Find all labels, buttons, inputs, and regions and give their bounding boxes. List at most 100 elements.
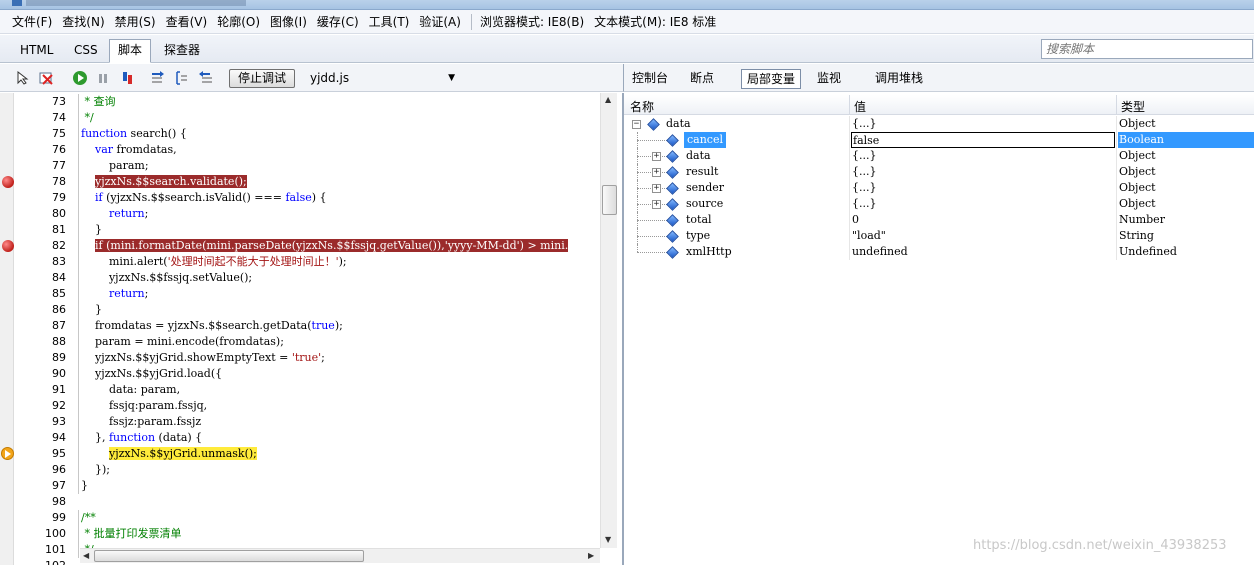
locals-row[interactable]: + sender {...} Object bbox=[624, 180, 1254, 196]
variable-value[interactable]: {...} bbox=[851, 148, 1115, 164]
variable-value[interactable]: {...} bbox=[851, 196, 1115, 212]
break-on-error-icon[interactable] bbox=[121, 70, 137, 86]
menu-file[interactable]: 文件(F) bbox=[12, 13, 52, 30]
code-line[interactable]: 74 */ bbox=[14, 110, 600, 126]
scroll-left-icon[interactable]: ◀ bbox=[83, 551, 89, 560]
column-name[interactable]: 名称 bbox=[630, 98, 654, 115]
source-code-pane[interactable]: 73 * 查询 74 */75 function search() {76 var … bbox=[0, 93, 623, 565]
code-line[interactable]: 83 mini.alert('处理时间起不能大于处理时间止！'); bbox=[14, 254, 600, 270]
code-line[interactable]: 99 /** bbox=[14, 510, 600, 526]
menu-outline[interactable]: 轮廓(O) bbox=[217, 13, 260, 30]
tab-watch[interactable]: 监视 bbox=[812, 69, 846, 89]
breakpoint-icon[interactable] bbox=[2, 176, 14, 188]
column-type[interactable]: 类型 bbox=[1121, 98, 1145, 115]
locals-row[interactable]: + source {...} Object bbox=[624, 196, 1254, 212]
horizontal-scroll-thumb[interactable] bbox=[94, 550, 364, 562]
code-line[interactable]: 93 fssjz:param.fssjz bbox=[14, 414, 600, 430]
locals-row[interactable]: xmlHttp undefined Undefined bbox=[624, 244, 1254, 260]
code-line[interactable]: 84 yjzxNs.$$fssjq.setValue(); bbox=[14, 270, 600, 286]
code-line[interactable]: 97} bbox=[14, 478, 600, 494]
code-line[interactable]: 86 } bbox=[14, 302, 600, 318]
clear-breakpoints-icon[interactable] bbox=[38, 70, 54, 86]
tab-html[interactable]: HTML bbox=[12, 40, 61, 62]
code-line[interactable]: 77 param; bbox=[14, 158, 600, 174]
step-out-icon[interactable] bbox=[198, 70, 214, 86]
locals-row[interactable]: − data {...} Object bbox=[624, 116, 1254, 132]
code-line[interactable]: 95 yjzxNs.$$yjGrid.unmask(); bbox=[14, 446, 600, 462]
scroll-up-icon[interactable]: ▲ bbox=[605, 95, 611, 104]
code-line[interactable]: 78 yjzxNs.$$search.validate(); bbox=[14, 174, 600, 190]
code-line[interactable]: 85 return; bbox=[14, 286, 600, 302]
code-line[interactable]: 96 }); bbox=[14, 462, 600, 478]
code-line[interactable]: 82 if (mini.formatDate(mini.parseDate(yj… bbox=[14, 238, 600, 254]
code-line[interactable]: 75 function search() { bbox=[14, 126, 600, 142]
pause-icon[interactable] bbox=[95, 70, 111, 86]
code-line[interactable]: 92 fssjq:param.fssjq, bbox=[14, 398, 600, 414]
step-over-icon[interactable] bbox=[174, 70, 190, 86]
step-into-icon[interactable] bbox=[150, 70, 166, 86]
menu-cache[interactable]: 缓存(C) bbox=[317, 13, 359, 30]
menu-validate[interactable]: 验证(A) bbox=[419, 13, 461, 30]
collapse-icon[interactable]: − bbox=[632, 120, 641, 129]
code-vertical-scrollbar[interactable]: ▲ ▼ bbox=[600, 93, 617, 548]
expand-icon[interactable]: + bbox=[652, 200, 661, 209]
variable-value[interactable]: {...} bbox=[851, 180, 1115, 196]
code-line[interactable]: 73 * 查询 bbox=[14, 94, 600, 110]
tab-locals[interactable]: 局部变量 bbox=[741, 69, 802, 89]
document-mode-menu[interactable]: 文本模式(M): IE8 标准 bbox=[594, 13, 716, 30]
column-divider[interactable] bbox=[849, 95, 850, 115]
code-line[interactable]: 90 yjzxNs.$$yjGrid.load({ bbox=[14, 366, 600, 382]
code-horizontal-scrollbar[interactable]: ◀ ▶ bbox=[80, 548, 600, 563]
code-line[interactable]: 89 yjzxNs.$$yjGrid.showEmptyText = 'true… bbox=[14, 350, 600, 366]
tab-css[interactable]: CSS bbox=[66, 40, 106, 62]
code-line[interactable]: 81 } bbox=[14, 222, 600, 238]
browser-mode-menu[interactable]: 浏览器模式: IE8(B) bbox=[480, 13, 584, 30]
variable-value[interactable]: undefined bbox=[851, 244, 1115, 260]
breakpoint-icon[interactable] bbox=[2, 240, 14, 252]
scroll-down-icon[interactable]: ▼ bbox=[605, 535, 611, 544]
grid-line bbox=[1116, 244, 1117, 260]
code-line[interactable]: 100 * 批量打印发票清单 bbox=[14, 526, 600, 542]
code-line[interactable]: 91 data: param, bbox=[14, 382, 600, 398]
expand-icon[interactable]: + bbox=[652, 168, 661, 177]
scroll-right-icon[interactable]: ▶ bbox=[588, 551, 594, 560]
column-divider[interactable] bbox=[1116, 95, 1117, 115]
locals-row[interactable]: + result {...} Object bbox=[624, 164, 1254, 180]
breakpoint-gutter[interactable] bbox=[0, 93, 14, 565]
variable-value[interactable]: {...} bbox=[851, 116, 1115, 132]
search-script-input[interactable] bbox=[1041, 39, 1253, 59]
tab-script[interactable]: 脚本 bbox=[109, 39, 152, 63]
tab-call-stack[interactable]: 调用堆栈 bbox=[870, 69, 928, 89]
code-line[interactable]: 79 if (yjzxNs.$$search.isValid() === fal… bbox=[14, 190, 600, 206]
variable-value[interactable]: 0 bbox=[851, 212, 1115, 228]
select-element-icon[interactable] bbox=[15, 70, 31, 86]
code-line[interactable]: 98 bbox=[14, 494, 600, 510]
tab-console[interactable]: 控制台 bbox=[627, 69, 673, 89]
tab-breakpoints[interactable]: 断点 bbox=[685, 69, 719, 89]
locals-row[interactable]: cancel false Boolean bbox=[624, 132, 1254, 148]
menu-tools[interactable]: 工具(T) bbox=[369, 13, 410, 30]
stop-debugging-button[interactable]: 停止调试 bbox=[229, 69, 295, 88]
locals-row[interactable]: total 0 Number bbox=[624, 212, 1254, 228]
locals-row[interactable]: + data {...} Object bbox=[624, 148, 1254, 164]
expand-icon[interactable]: + bbox=[652, 152, 661, 161]
code-line[interactable]: 88 param = mini.encode(fromdatas); bbox=[14, 334, 600, 350]
menu-view[interactable]: 查看(V) bbox=[166, 13, 208, 30]
tab-profiler[interactable]: 探查器 bbox=[156, 40, 208, 62]
code-line[interactable]: 87 fromdatas = yjzxNs.$$search.getData(t… bbox=[14, 318, 600, 334]
expand-icon[interactable]: + bbox=[652, 184, 661, 193]
continue-icon[interactable] bbox=[72, 70, 88, 86]
column-value[interactable]: 值 bbox=[854, 98, 866, 115]
menu-disable[interactable]: 禁用(S) bbox=[115, 13, 156, 30]
variable-value[interactable]: false bbox=[851, 132, 1115, 148]
menu-find[interactable]: 查找(N) bbox=[62, 13, 104, 30]
locals-row[interactable]: type "load" String bbox=[624, 228, 1254, 244]
menu-images[interactable]: 图像(I) bbox=[270, 13, 307, 30]
vertical-scroll-thumb[interactable] bbox=[602, 185, 617, 215]
code-line[interactable]: 94 }, function (data) { bbox=[14, 430, 600, 446]
code-line[interactable]: 80 return; bbox=[14, 206, 600, 222]
variable-value[interactable]: {...} bbox=[851, 164, 1115, 180]
code-line[interactable]: 76 var fromdatas, bbox=[14, 142, 600, 158]
variable-value[interactable]: "load" bbox=[851, 228, 1115, 244]
script-file-select[interactable]: yjdd.js ▼ bbox=[305, 68, 465, 88]
